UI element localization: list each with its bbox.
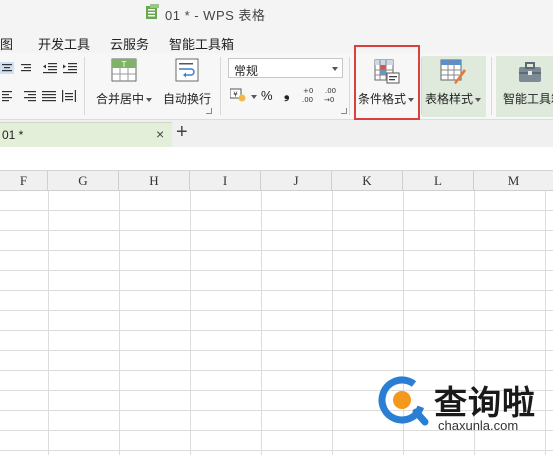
menu-item-view[interactable]: 图: [0, 34, 13, 53]
watermark: 查询啦 chaxunla.com: [378, 376, 553, 438]
column-header-m[interactable]: M: [474, 171, 553, 191]
align-right-2-icon[interactable]: [22, 90, 36, 102]
table-style-icon[interactable]: [440, 59, 466, 85]
formula-bar[interactable]: [0, 147, 553, 171]
watermark-brand: 查询啦: [434, 383, 536, 422]
chaxunla-logo-icon: [378, 376, 429, 426]
percent-style-button[interactable]: %: [261, 88, 273, 103]
increase-indent-icon[interactable]: [63, 62, 77, 74]
new-tab-button[interactable]: +: [176, 121, 188, 144]
number-format-select[interactable]: 常规: [228, 58, 343, 78]
column-header-h[interactable]: H: [119, 171, 190, 191]
number-dialog-launcher[interactable]: [341, 108, 347, 114]
menu-item-smart-toolbox[interactable]: 智能工具箱: [169, 34, 234, 53]
auto-wrap-button[interactable]: 自动换行: [163, 90, 211, 107]
spreadsheet-doc-icon: [146, 4, 159, 19]
watermark-url: chaxunla.com: [438, 418, 519, 433]
justify-icon[interactable]: [42, 90, 56, 102]
svg-text:T: T: [121, 60, 127, 69]
increase-decimal-icon[interactable]: +0 .00: [302, 85, 318, 105]
svg-text:.00: .00: [302, 96, 313, 104]
svg-text:¥: ¥: [233, 91, 238, 99]
column-header-i[interactable]: I: [190, 171, 261, 191]
conditional-format-highlight-box: [354, 45, 420, 120]
merge-center-icon[interactable]: T: [111, 58, 137, 82]
currency-format-icon[interactable]: ¥: [230, 88, 246, 102]
svg-text:→0: →0: [324, 96, 334, 104]
smart-toolbox-button[interactable]: 智能工具箱: [503, 90, 553, 107]
align-center-icon[interactable]: [0, 62, 14, 74]
window-title: 01 * - WPS 表格: [165, 8, 266, 23]
column-header-g[interactable]: G: [48, 171, 119, 191]
svg-text:.00: .00: [325, 87, 336, 95]
ribbon-toolbar: T 合并居中 自动换行 常规 ¥ % ❟ +0 .00 .00 →0 条件格式 …: [0, 53, 553, 120]
column-header-k[interactable]: K: [332, 171, 403, 191]
thousands-separator-button[interactable]: ❟: [284, 85, 290, 102]
document-tab-bar: 01 * ×: [0, 120, 553, 147]
close-tab-icon[interactable]: ×: [156, 126, 164, 142]
auto-wrap-icon[interactable]: [175, 58, 199, 82]
alignment-dialog-launcher[interactable]: [206, 108, 212, 114]
title-bar: 01 * - WPS 表格: [0, 0, 553, 26]
decrease-indent-icon[interactable]: [43, 62, 57, 74]
menu-bar: 图 开发工具 云服务 智能工具箱: [0, 26, 553, 53]
distributed-align-icon[interactable]: [62, 90, 76, 102]
currency-dropdown-arrow[interactable]: [251, 95, 257, 99]
menu-item-cloud-services[interactable]: 云服务: [110, 34, 149, 53]
column-header-l[interactable]: L: [403, 171, 474, 191]
svg-text:+0: +0: [303, 87, 313, 95]
decrease-decimal-icon[interactable]: .00 →0: [324, 85, 340, 105]
table-style-button[interactable]: 表格样式: [425, 90, 482, 107]
tab-active-document[interactable]: 01 * ×: [0, 122, 172, 147]
column-header-f[interactable]: F: [0, 171, 48, 191]
column-header-j[interactable]: J: [261, 171, 332, 191]
align-left-icon[interactable]: [2, 90, 16, 102]
align-right-icon[interactable]: [19, 62, 33, 74]
menu-item-developer-tools[interactable]: 开发工具: [38, 34, 90, 53]
merge-center-button[interactable]: 合并居中: [96, 90, 153, 107]
smart-toolbox-icon[interactable]: [518, 61, 542, 83]
